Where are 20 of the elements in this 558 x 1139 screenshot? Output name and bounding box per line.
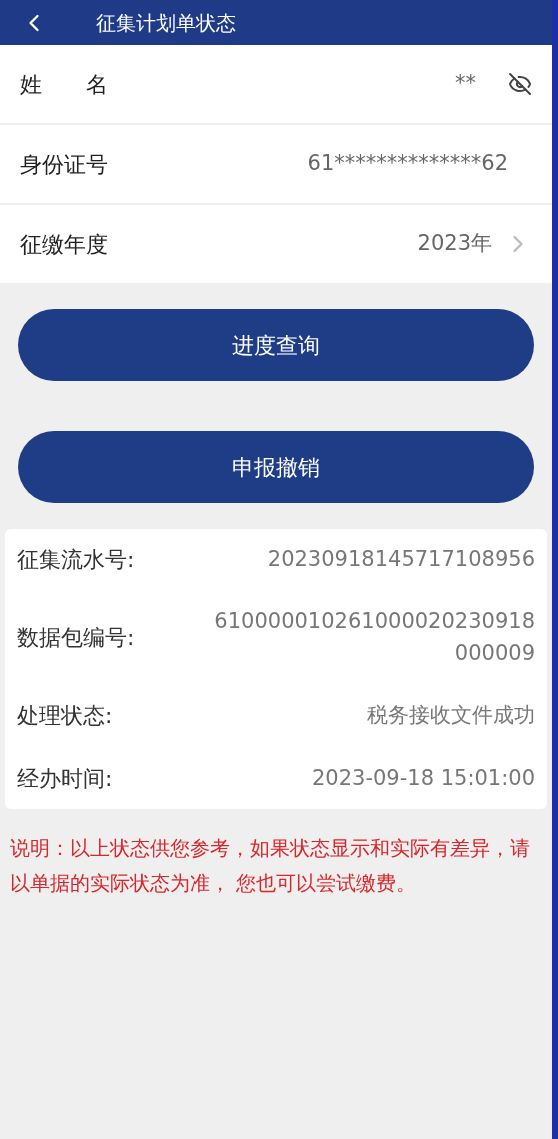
detail-value: 610000010261000020230918000009 xyxy=(213,608,535,667)
field-label: 姓 名 xyxy=(20,70,108,99)
detail-value: 20230918145717108956 xyxy=(266,545,535,573)
detail-value: 2023-09-18 15:01:00 xyxy=(310,764,535,792)
detail-value: 税务接收文件成功 xyxy=(366,701,535,729)
field-value: 2023年 xyxy=(417,230,492,258)
action-button[interactable]: 进度查询 xyxy=(18,309,534,381)
detail-label: 处理状态: xyxy=(17,702,114,730)
field-value: ** xyxy=(455,70,476,98)
page-title: 征集计划单状态 xyxy=(96,9,236,37)
field-label: 身份证号 xyxy=(20,150,108,179)
field-value: 61**************62 xyxy=(307,150,508,178)
detail-label: 数据包编号: xyxy=(17,624,136,652)
action-button[interactable]: 申报撤销 xyxy=(18,431,534,503)
detail-label: 经办时间: xyxy=(17,765,114,793)
eye-off-icon[interactable] xyxy=(508,72,532,96)
field-row[interactable]: 征缴年度 2023年 xyxy=(0,205,552,283)
note-text: 说明：以上状态供您参考，如果状态显示和实际有差异，请以单据的实际状态为准， 您也可以尝试缴费。 xyxy=(9,835,531,897)
detail-label: 征集流水号: xyxy=(17,546,136,574)
field-label: 征缴年度 xyxy=(20,230,108,259)
